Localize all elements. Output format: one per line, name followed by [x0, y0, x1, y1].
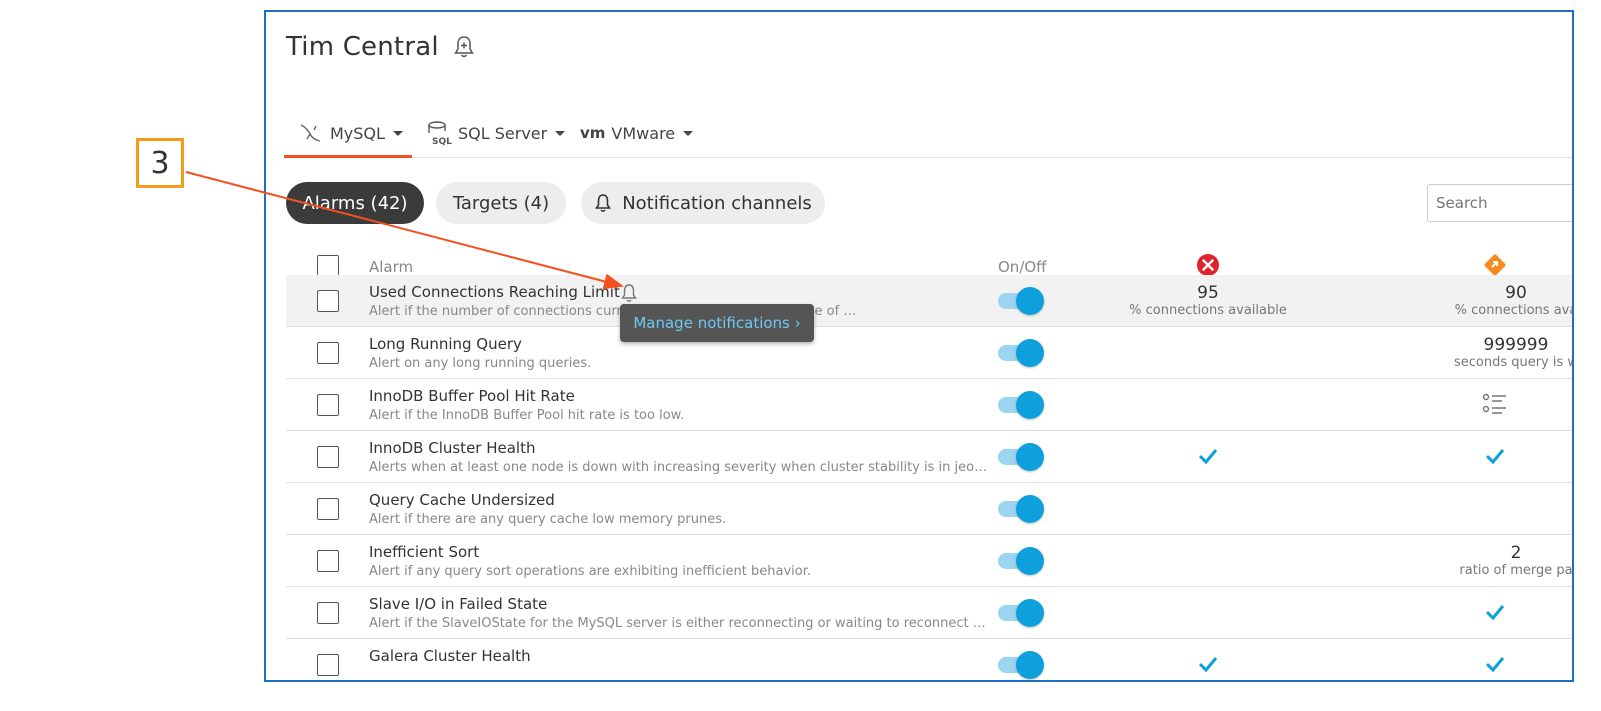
column-header-on-off: On/Off: [998, 258, 1047, 276]
search-input[interactable]: [1427, 184, 1572, 222]
checkmark-icon: [1198, 657, 1218, 673]
tab-vmware[interactable]: vm VMware: [580, 108, 694, 158]
on-off-toggle[interactable]: [998, 495, 1044, 523]
row-checkbox[interactable]: [317, 342, 339, 364]
checkmark-icon: [1198, 449, 1218, 465]
alarms-pill[interactable]: Alarms (42): [286, 182, 424, 224]
tab-sql-server[interactable]: SQL SQL Server: [426, 108, 566, 158]
tab-sql-server-label: SQL Server: [458, 123, 548, 143]
alarm-name: Long Running Query: [369, 335, 522, 353]
table-row[interactable]: Galera Cluster Health: [286, 639, 1572, 680]
table-row[interactable]: Slave I/O in Failed State Alert if the S…: [286, 587, 1572, 639]
column-header-alarm: Alarm: [369, 258, 414, 276]
notification-channels-label: Notification channels: [622, 192, 812, 214]
svg-text:SQL: SQL: [432, 137, 452, 146]
list-settings-icon[interactable]: [1482, 392, 1508, 416]
alarm-name: Used Connections Reaching Limit: [369, 283, 620, 301]
chevron-down-icon: [683, 130, 694, 136]
alarm-description: Alert on any long running queries.: [369, 356, 592, 371]
alarm-description: Alert if the SlaveIOState for the MySQL …: [369, 616, 989, 631]
warning-threshold-value: 90: [1505, 283, 1527, 303]
warning-threshold: 2 ratio of merge pa: [1416, 543, 1573, 578]
on-off-toggle[interactable]: [998, 651, 1044, 679]
table-row[interactable]: InnoDB Cluster Health Alerts when at lea…: [286, 431, 1572, 483]
page-title: Tim Central: [286, 32, 439, 62]
mysql-dolphin-icon: [300, 124, 321, 142]
table-row[interactable]: Used Connections Reaching Limit Alert if…: [286, 275, 1572, 327]
table-row[interactable]: InnoDB Buffer Pool Hit Rate Alert if the…: [286, 379, 1572, 431]
alarm-name: InnoDB Buffer Pool Hit Rate: [369, 387, 575, 405]
vm-logo-icon: vm: [580, 124, 606, 142]
bell-add-icon[interactable]: [451, 34, 477, 60]
row-checkbox[interactable]: [317, 602, 339, 624]
table-row[interactable]: Query Cache Undersized Alert if there ar…: [286, 483, 1572, 535]
manage-notifications-link[interactable]: Manage notifications ›: [633, 314, 800, 332]
targets-pill-label: Targets (4): [452, 192, 550, 214]
row-checkbox[interactable]: [317, 654, 339, 676]
warning-threshold: 999999 seconds query is w: [1416, 335, 1574, 370]
database-tabs: MySQL SQL SQL Server vm VMware: [284, 108, 1572, 158]
on-off-toggle[interactable]: [998, 599, 1044, 627]
callout-number: 3: [150, 145, 170, 181]
alarm-name: InnoDB Cluster Health: [369, 439, 536, 457]
on-off-toggle[interactable]: [998, 547, 1044, 575]
table-row[interactable]: Inefficient Sort Alert if any query sort…: [286, 535, 1572, 587]
table-row[interactable]: Long Running Query Alert on any long run…: [286, 327, 1572, 379]
alarm-description: Alert if any query sort operations are e…: [369, 564, 812, 579]
row-checkbox[interactable]: [317, 290, 339, 312]
select-all-checkbox[interactable]: [317, 255, 339, 277]
warning-threshold: 90 % connections ava: [1416, 283, 1574, 318]
alarms-pill-label: Alarms (42): [302, 192, 408, 214]
bell-icon[interactable]: [620, 283, 638, 303]
notification-channels-pill[interactable]: Notification channels: [581, 182, 825, 224]
warning-threshold-value: 2: [1510, 543, 1522, 563]
targets-pill[interactable]: Targets (4): [436, 182, 566, 224]
checkmark-icon: [1485, 449, 1505, 465]
alarm-name: Query Cache Undersized: [369, 491, 555, 509]
row-checkbox[interactable]: [317, 550, 339, 572]
checkmark-icon: [1485, 605, 1505, 621]
critical-threshold: 95 % connections available: [1128, 283, 1288, 318]
alarm-description: Alert if the InnoDB Buffer Pool hit rate…: [369, 408, 685, 423]
alarm-description: Alerts when at least one node is down wi…: [369, 460, 989, 475]
row-checkbox[interactable]: [317, 498, 339, 520]
alarm-name: Slave I/O in Failed State: [369, 595, 548, 613]
checkmark-icon: [1485, 657, 1505, 673]
tab-mysql[interactable]: MySQL: [298, 108, 403, 158]
tab-vmware-label: VMware: [611, 123, 676, 143]
title-row: Tim Central: [286, 32, 477, 62]
warning-threshold-unit: ratio of merge pa: [1459, 563, 1573, 578]
alarm-description: Alert if there are any query cache low m…: [369, 512, 727, 527]
callout-number-badge: 3: [136, 138, 184, 188]
on-off-toggle[interactable]: [998, 391, 1044, 419]
bell-icon: [595, 194, 612, 213]
app-frame: Tim Central MySQL SQL SQL Server vm VMwa…: [264, 10, 1574, 682]
on-off-toggle[interactable]: [998, 339, 1044, 367]
row-checkbox[interactable]: [317, 394, 339, 416]
sql-database-icon: SQL: [428, 121, 452, 146]
alarm-name: Inefficient Sort: [369, 543, 480, 561]
chevron-down-icon: [555, 130, 566, 136]
warning-threshold-unit: seconds query is w: [1453, 355, 1574, 370]
row-checkbox[interactable]: [317, 446, 339, 468]
critical-threshold-unit: % connections available: [1129, 303, 1287, 318]
warning-threshold-value: 999999: [1483, 335, 1549, 355]
tab-mysql-label: MySQL: [330, 123, 385, 143]
critical-x-icon: [1197, 254, 1219, 276]
active-tab-indicator: [284, 155, 412, 158]
on-off-toggle[interactable]: [998, 443, 1044, 471]
alarm-name: Galera Cluster Health: [369, 647, 531, 665]
critical-threshold-value: 95: [1197, 283, 1219, 303]
chevron-down-icon: [392, 130, 403, 136]
warning-threshold-unit: % connections ava: [1454, 303, 1574, 318]
on-off-toggle[interactable]: [998, 287, 1044, 315]
manage-notifications-tooltip[interactable]: Manage notifications ›: [620, 304, 814, 342]
